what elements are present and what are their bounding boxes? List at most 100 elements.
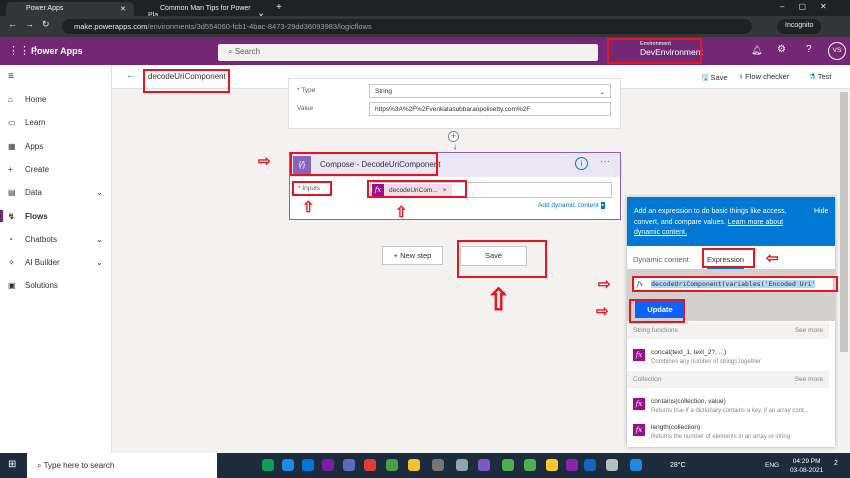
chatbot-icon: ◔ [8,234,13,244]
incognito-badge[interactable]: Incognito [777,19,822,34]
annotation-box [607,38,702,64]
initialize-variable-card: * Type String ⌄ Value https%3A%2F%2Fvenka… [288,78,621,129]
ai-icon: ✧ [8,258,15,268]
see-more-link[interactable]: See more [795,327,823,334]
function-item[interactable]: fx contains(collection, value) Returns tru… [627,394,829,418]
sidebar-item-label: Data [25,188,42,198]
annotation-arrow-up-icon: ⇧ [395,204,408,221]
new-tab-button[interactable]: + [276,2,282,13]
app-title: Power Apps [31,46,83,56]
nav-buttons[interactable]: ←→↻ [8,19,58,30]
annotation-box [143,69,230,93]
dynamic-icon: ▪ [600,202,605,209]
home-icon: ⌂ [8,95,13,104]
sidebar-item-label: Solutions [25,281,58,291]
fx-icon: fx [633,349,645,361]
annotation-arrow-left-icon: ⇦ [766,250,779,267]
annotation-arrow-up-icon: ⇧ [486,284,512,317]
function-item[interactable]: fx concat(text_1, text_2?, ...) Combines a… [627,345,829,369]
sidebar-item-create[interactable]: + Create [8,165,49,174]
clock[interactable]: 04:29 PM 03-08-2021 [790,457,823,475]
more-options-icon[interactable]: ··· [600,156,610,167]
test-label: Test [817,72,832,81]
language-indicator[interactable]: ENG [765,462,779,469]
chevron-down-icon: ⌄ [96,258,103,268]
search-placeholder: Search [234,47,261,56]
function-desc: Combines any number of strings together [651,359,762,365]
annotation-box [367,180,467,198]
annotation-arrow-right-icon: ⇨ [258,153,271,170]
sidebar-item-ai-builder[interactable]: ✧ AI Builder ⌄ [8,258,103,268]
type-dropdown[interactable]: String ⌄ [369,84,611,98]
annotation-box [629,299,685,323]
sidebar-item-learn[interactable]: ▭ Learn [8,118,45,127]
type-value: String [375,88,392,95]
annotation-arrow-right-icon: ⇨ [596,303,609,320]
taskbar-search-placeholder: Type here to search [43,461,115,470]
page-scrollbar[interactable] [838,90,850,453]
sidebar-item-label: Flows [25,211,48,221]
value-label: Value [297,105,314,112]
annotation-box [457,240,547,278]
book-icon: ▭ [8,118,16,128]
sidebar-item-label: Apps [25,141,44,151]
function-name: contains(collection, value) [651,398,726,405]
weather-temp[interactable]: 28°C [670,462,686,469]
notification-badge[interactable]: 2 [834,460,838,467]
save-icon: 🖫 [702,73,709,82]
search-input[interactable]: ⌕ Search [218,44,598,61]
sidebar-item-label: Home [25,95,47,104]
function-desc: Returns true if a dictionary contains a … [651,408,809,414]
sidebar-item-flows[interactable]: ↯ Flows [0,210,48,222]
function-desc: Returns the number of elements in an arr… [651,434,791,440]
taskbar-search[interactable]: ⌕ Type here to search [27,453,217,478]
flow-icon: ↯ [8,211,15,221]
sidebar-item-label: AI Builder [25,258,60,268]
value-input[interactable]: https%3A%2F%2Fvenkatasubbaraopolisetty.c… [369,102,611,116]
chevron-down-icon: ⌄ [96,188,103,198]
sidebar-item-home[interactable]: ⌂ Home [8,95,46,104]
plus-icon: + [8,164,13,174]
sidebar-item-data[interactable]: ▤ Data ⌄ [8,188,103,198]
bell-icon[interactable]: 🔔︎ [751,45,762,56]
info-icon[interactable]: i [575,157,588,170]
annotation-box [292,181,332,196]
flask-icon: ⚗ [809,72,816,81]
annotation-arrow-right-icon: ⇨ [598,276,611,293]
incognito-label: Incognito [785,22,814,29]
sidebar-item-apps[interactable]: ▦ Apps [8,142,43,151]
back-arrow-icon[interactable]: ← [126,70,136,81]
hide-button[interactable]: Hide [814,207,828,218]
close-tab-icon[interactable]: ✕ [120,5,126,13]
function-section-header: String functions See more [627,322,829,339]
sidebar-item-chatbots[interactable]: ◔ Chatbots ⌄ [8,234,103,244]
avatar[interactable]: VS [828,42,846,60]
apps-icon: ▦ [8,141,16,151]
chevron-down-icon: ⌄ [599,89,605,96]
browser-tab-bar: Power Apps ✕ Common Man Tips for Power Pl… [0,0,850,20]
sidebar-item-label: Chatbots [25,234,58,244]
new-step-button[interactable]: + New step [382,246,443,265]
window-controls[interactable]: –▢✕ [780,2,841,11]
see-more-link[interactable]: See more [795,376,823,383]
add-dynamic-content-link[interactable]: Add dynamic content ▪ [538,202,605,209]
hamburger-icon[interactable]: ≡ [8,71,14,82]
function-name: concat(text_1, text_2?, ...) [651,349,727,356]
url-input[interactable]: make.powerapps.com/environments/3d554060… [62,19,752,34]
test-button[interactable]: ⚗ Test [809,72,831,81]
flow-checker-button[interactable]: ⚕ Flow checker [739,72,789,81]
browser-tab-powerapps[interactable]: Power Apps ✕ [6,2,134,16]
insert-step-button[interactable]: + [448,131,459,142]
solutions-icon: ▣ [8,281,16,291]
function-item[interactable]: fx length(collection) Returns the number o… [627,420,829,444]
sidebar-item-solutions[interactable]: ▣ Solutions [8,281,58,290]
tab-dynamic-content[interactable]: Dynamic content [633,255,689,264]
sidebar-item-label: Create [25,164,50,174]
windows-start-icon[interactable]: ⊞ [8,459,16,470]
function-name: length(collection) [651,424,701,431]
save-button[interactable]: 🖫 Save [702,72,728,85]
help-icon[interactable]: ? [806,44,812,55]
fx-icon: fx [633,424,645,436]
gear-icon[interactable]: ⚙ [777,44,786,55]
browser-tab-blog[interactable]: Common Man Tips for Power Pla✕ [140,2,268,20]
